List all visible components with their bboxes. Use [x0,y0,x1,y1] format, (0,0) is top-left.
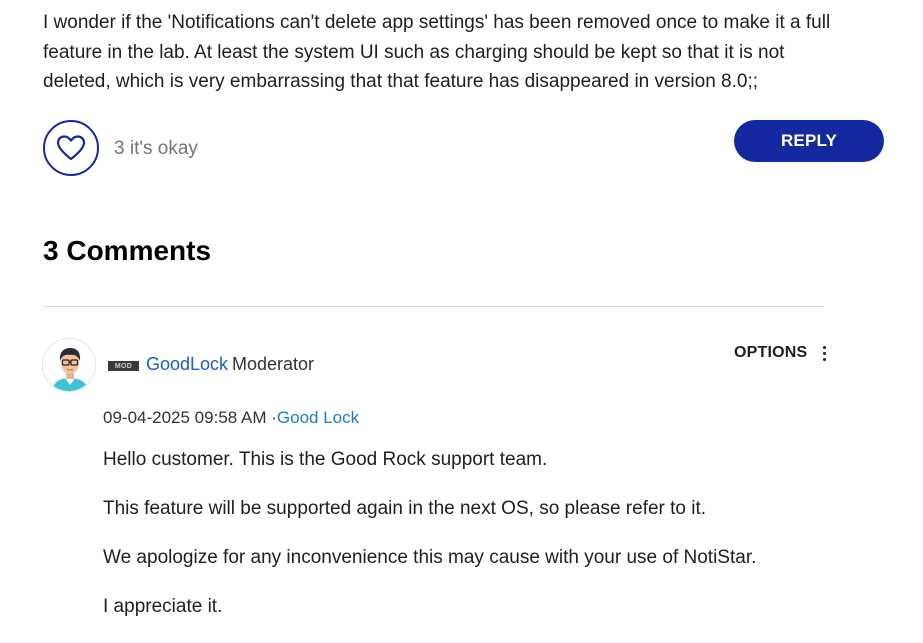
post-body-line: feature in the lab. At least the system … [43,41,785,63]
divider [43,306,824,307]
user-avatar-icon [43,339,95,391]
kebab-menu-icon [819,345,830,361]
board-link[interactable]: Good Lock [277,408,359,427]
options-button[interactable]: OPTIONS [734,344,830,362]
like-button[interactable] [43,120,99,176]
author-role: Moderator [232,354,315,374]
comment-paragraph: We apologize for any inconvenience this … [103,547,757,568]
comments-heading: 3 Comments [43,235,212,266]
heart-icon [56,135,86,161]
avatar[interactable] [42,338,96,392]
post-body-line: I wonder if the 'Notifications can't del… [43,12,831,33]
comment-paragraph: Hello customer. This is the Good Rock su… [103,449,548,470]
comment-paragraph: I appreciate it. [103,596,223,617]
moderator-badge: MOD [108,361,139,371]
like-count: 3 it's okay [114,138,198,159]
reply-button[interactable]: REPLY [734,120,884,162]
comment-timestamp: 09-04-2025 09:58 AM [103,408,267,427]
options-label: OPTIONS [734,344,808,361]
comment-meta: 09-04-2025 09:58 AM ·Good Lock [103,408,359,428]
author-name-link[interactable]: GoodLock [146,354,228,375]
comment-paragraph: This feature will be supported again in … [103,498,707,519]
post-body: I wonder if the 'Notifications can't del… [43,8,893,97]
comment-body: Hello customer. This is the Good Rock su… [103,447,883,643]
post-body-line: deleted, which is very embarrassing that… [43,71,759,92]
